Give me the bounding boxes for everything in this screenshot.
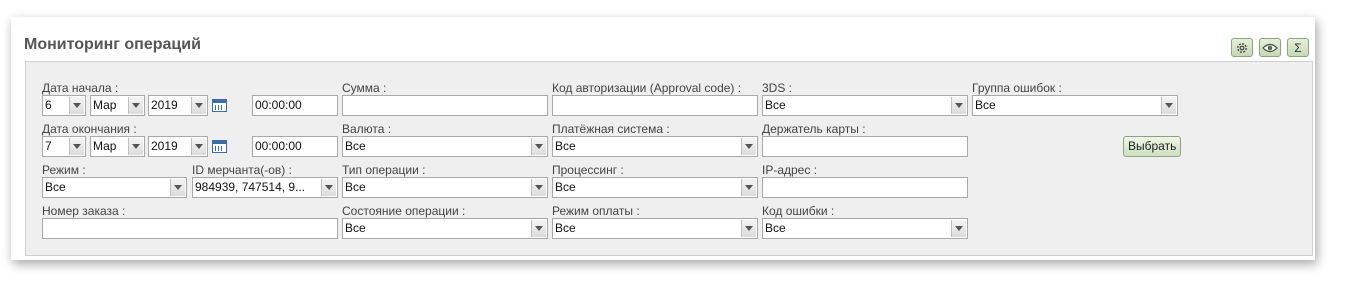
error-group-label: Группа ошибок : bbox=[972, 81, 1062, 95]
payment-mode-select[interactable]: Все bbox=[552, 218, 758, 239]
start-month-select[interactable]: Мар bbox=[90, 95, 145, 116]
end-month-select[interactable]: Мар bbox=[90, 136, 145, 157]
sigma-icon: Σ bbox=[1294, 40, 1302, 55]
merchant-label: ID мерчанта(-ов) : bbox=[192, 163, 292, 177]
calendar-icon[interactable] bbox=[212, 99, 227, 112]
processing-select[interactable]: Все bbox=[552, 177, 758, 198]
start-day-select[interactable]: 6 bbox=[42, 95, 86, 116]
cardholder-input[interactable] bbox=[762, 136, 968, 157]
end-year-select[interactable]: 2019 bbox=[148, 136, 208, 157]
error-group-select[interactable]: Все bbox=[972, 95, 1178, 116]
mode-label: Режим : bbox=[42, 163, 86, 177]
chevron-down-icon bbox=[741, 220, 756, 237]
order-label: Номер заказа : bbox=[42, 204, 126, 218]
payment-system-select[interactable]: Все bbox=[552, 136, 758, 157]
merchant-select[interactable]: 984939, 747514, 9... bbox=[192, 177, 338, 198]
chevron-down-icon bbox=[531, 179, 546, 196]
chevron-down-icon bbox=[1161, 97, 1176, 114]
amount-label: Сумма : bbox=[342, 81, 387, 95]
start-date-label: Дата начала : bbox=[42, 81, 119, 95]
order-input[interactable] bbox=[42, 218, 338, 239]
monitoring-panel: Мониторинг операций Σ Дата начала : 6 Ма… bbox=[11, 17, 1315, 260]
chevron-down-icon bbox=[321, 179, 336, 196]
payment-system-label: Платёжная система : bbox=[552, 122, 670, 136]
cardholder-label: Держатель карты : bbox=[762, 122, 866, 136]
chevron-down-icon bbox=[741, 179, 756, 196]
end-date-label: Дата окончания : bbox=[42, 122, 137, 136]
currency-select[interactable]: Все bbox=[342, 136, 548, 157]
submit-button[interactable]: Выбрать bbox=[1123, 136, 1182, 157]
threeds-select[interactable]: Все bbox=[762, 95, 968, 116]
auth-code-label: Код авторизации (Approval code) : bbox=[552, 81, 742, 95]
auth-code-input[interactable] bbox=[552, 95, 758, 116]
chevron-down-icon bbox=[128, 138, 143, 155]
payment-mode-label: Режим оплаты : bbox=[552, 204, 640, 218]
gear-icon bbox=[1237, 42, 1247, 53]
error-code-label: Код ошибки : bbox=[762, 204, 835, 218]
chevron-down-icon bbox=[128, 97, 143, 114]
amount-input[interactable] bbox=[342, 95, 548, 116]
chevron-down-icon bbox=[170, 179, 185, 196]
calendar-icon[interactable] bbox=[212, 140, 227, 153]
page-title: Мониторинг операций bbox=[24, 36, 201, 53]
ip-input[interactable] bbox=[762, 177, 968, 198]
start-year-select[interactable]: 2019 bbox=[148, 95, 208, 116]
op-type-select[interactable]: Все bbox=[342, 177, 548, 198]
processing-label: Процессинг : bbox=[552, 163, 624, 177]
chevron-down-icon bbox=[531, 220, 546, 237]
sum-button[interactable]: Σ bbox=[1287, 38, 1309, 57]
filter-form: Дата начала : 6 Мар 2019 00:00:00 Дата о… bbox=[25, 61, 1313, 256]
chevron-down-icon bbox=[69, 97, 84, 114]
end-time-input[interactable]: 00:00:00 bbox=[252, 136, 338, 157]
settings-button[interactable] bbox=[1231, 38, 1253, 57]
chevron-down-icon bbox=[741, 138, 756, 155]
chevron-down-icon bbox=[531, 138, 546, 155]
op-type-label: Тип операции : bbox=[342, 163, 426, 177]
view-button[interactable] bbox=[1259, 38, 1281, 57]
ip-label: IP-адрес : bbox=[762, 163, 818, 177]
chevron-down-icon bbox=[191, 97, 206, 114]
mode-select[interactable]: Все bbox=[42, 177, 187, 198]
start-time-input[interactable]: 00:00:00 bbox=[252, 95, 338, 116]
op-state-select[interactable]: Все bbox=[342, 218, 548, 239]
threeds-label: 3DS : bbox=[762, 81, 793, 95]
error-code-select[interactable]: Все bbox=[762, 218, 968, 239]
chevron-down-icon bbox=[69, 138, 84, 155]
chevron-down-icon bbox=[191, 138, 206, 155]
eye-icon bbox=[1262, 43, 1278, 52]
chevron-down-icon bbox=[951, 220, 966, 237]
end-day-select[interactable]: 7 bbox=[42, 136, 86, 157]
currency-label: Валюта : bbox=[342, 122, 392, 136]
chevron-down-icon bbox=[951, 97, 966, 114]
op-state-label: Состояние операции : bbox=[342, 204, 466, 218]
